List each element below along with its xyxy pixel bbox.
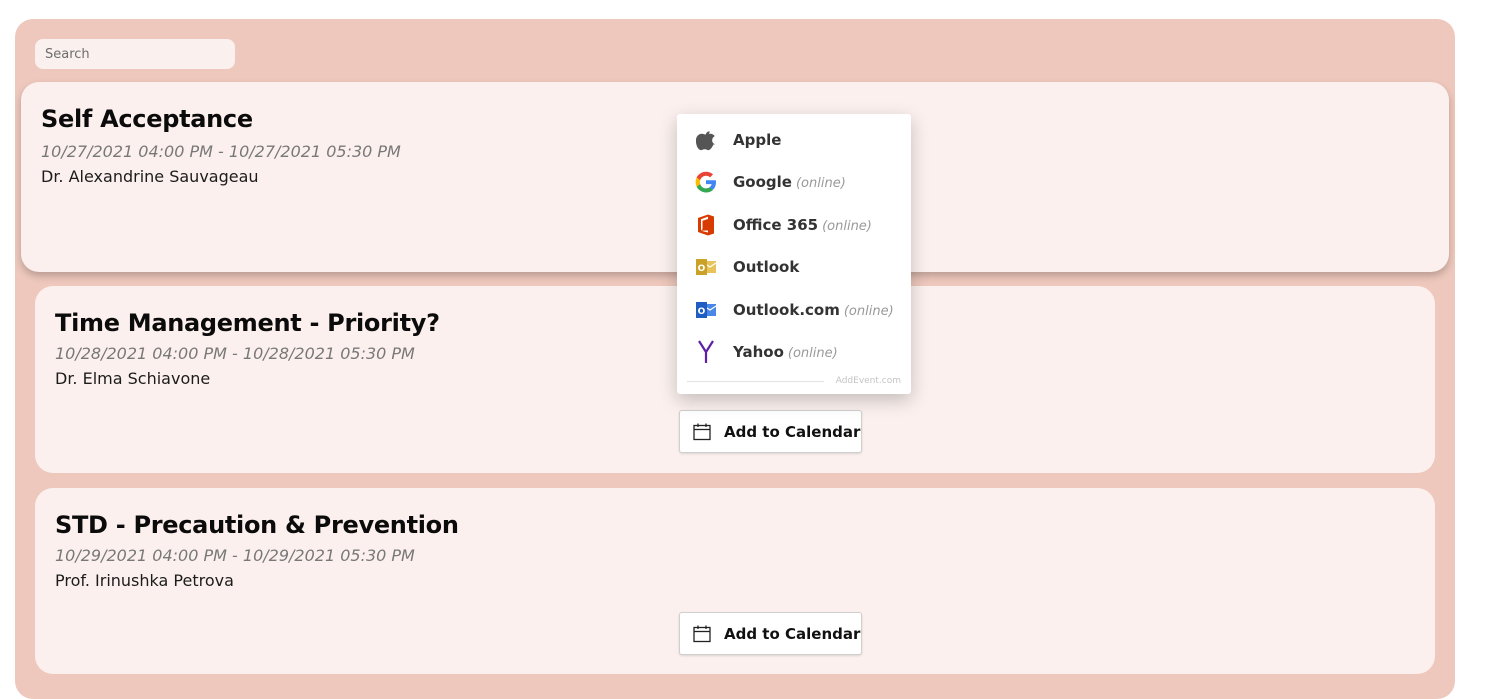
office365-icon [695, 214, 717, 236]
dropdown-footer-divider [687, 381, 824, 382]
event-card: STD - Precaution & Prevention 10/29/2021… [35, 488, 1435, 674]
svg-text:O: O [698, 264, 706, 274]
add-to-calendar-button[interactable]: Add to Calendar [679, 410, 862, 453]
apple-icon [695, 129, 717, 151]
calendar-option-yahoo[interactable]: Yahoo (online) [677, 332, 911, 372]
event-datetime: 10/28/2021 04:00 PM - 10/28/2021 05:30 P… [55, 344, 415, 363]
google-icon [695, 171, 717, 193]
svg-text:O: O [698, 307, 706, 317]
event-title: STD - Precaution & Prevention [55, 511, 459, 539]
search-input[interactable] [35, 39, 235, 69]
add-to-calendar-button[interactable]: Add to Calendar [679, 612, 862, 655]
add-to-calendar-label: Add to Calendar [724, 624, 861, 643]
calendar-option-google[interactable]: Google (online) [677, 162, 911, 202]
event-title: Time Management - Priority? [55, 309, 440, 337]
calendar-option-office365[interactable]: Office 365 (online) [677, 205, 911, 245]
event-title: Self Acceptance [41, 105, 253, 133]
calendar-option-label: Office 365 (online) [733, 216, 872, 234]
calendar-provider-dropdown: Apple Google (online) Office 365 (online) … [677, 114, 911, 394]
addevent-footer-link[interactable]: AddEvent.com [836, 376, 901, 386]
event-host: Dr. Elma Schiavone [55, 369, 211, 388]
event-datetime: 10/29/2021 04:00 PM - 10/29/2021 05:30 P… [55, 546, 415, 565]
calendar-option-apple[interactable]: Apple [677, 120, 911, 160]
calendar-option-label: Yahoo (online) [733, 343, 838, 361]
yahoo-icon [695, 340, 717, 363]
calendar-option-label: Outlook [733, 258, 800, 276]
calendar-option-label: Google (online) [733, 173, 846, 191]
event-host: Prof. Irinushka Petrova [55, 571, 234, 590]
outlookcom-icon: O [695, 299, 717, 321]
calendar-icon [693, 423, 711, 441]
calendar-icon [693, 625, 711, 643]
calendar-option-label: Apple [733, 131, 782, 149]
calendar-option-outlook-com[interactable]: O Outlook.com (online) [677, 290, 911, 330]
outlook-icon: O [695, 256, 717, 278]
event-host: Dr. Alexandrine Sauvageau [41, 167, 259, 186]
calendar-option-label: Outlook.com (online) [733, 301, 894, 319]
add-to-calendar-label: Add to Calendar [724, 422, 861, 441]
event-datetime: 10/27/2021 04:00 PM - 10/27/2021 05:30 P… [41, 142, 401, 161]
calendar-option-outlook[interactable]: O Outlook [677, 247, 911, 287]
